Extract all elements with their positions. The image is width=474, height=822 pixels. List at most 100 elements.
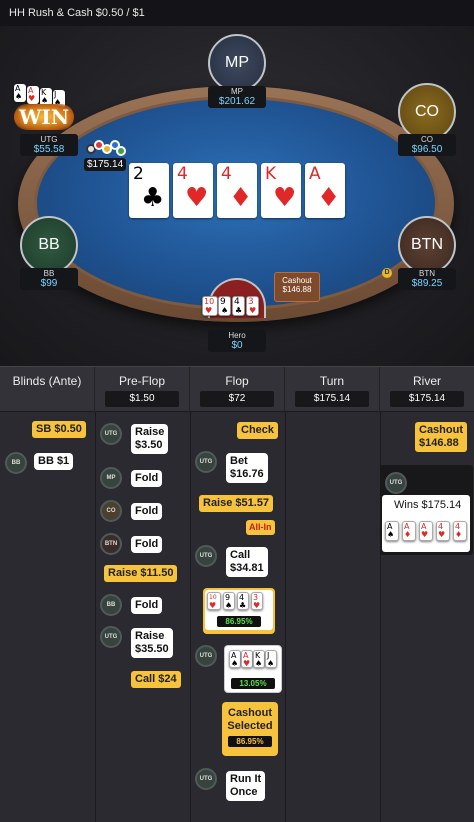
flop-hero-check: Check bbox=[237, 422, 279, 439]
hero-info: Hero $0 bbox=[208, 330, 266, 352]
seat-bb-name: BB bbox=[43, 269, 55, 278]
poker-table-area: MP MP $201.62 CO CO $96.50 A ♠ A ♥ K ♠ J ♠ WIN… bbox=[0, 26, 474, 366]
preflop-utg-raise: Raise $3.50 bbox=[131, 424, 169, 454]
street-header: Blinds (Ante) Pre-Flop $1.50 Flop $72 Turn… bbox=[0, 366, 474, 413]
preflop-co-fold: Fold bbox=[131, 503, 163, 520]
equity-card: 9 ♠ bbox=[223, 592, 235, 610]
preflop-hero-call: Call $24 bbox=[131, 671, 181, 688]
seat-co-label: CO bbox=[415, 103, 439, 120]
cashout-badge-amount: $146.88 bbox=[282, 285, 312, 294]
pot-amount: $175.14 bbox=[84, 158, 127, 171]
seat-mp-info: MP $201.62 bbox=[208, 86, 266, 108]
street-pot: $72 bbox=[200, 391, 274, 407]
win-badge: WIN bbox=[14, 104, 74, 130]
player-avatar: UTG bbox=[195, 451, 217, 473]
player-avatar: UTG bbox=[195, 768, 217, 790]
utg-hand: A ♠ A ♥ K ♠ J ♠ WIN bbox=[12, 84, 82, 134]
flop-utg-bet: Bet $16.76 bbox=[226, 453, 268, 483]
seat-mp-name: MP bbox=[231, 87, 243, 96]
hero-card: 10 ♥ bbox=[202, 296, 218, 316]
pot-chips bbox=[86, 140, 126, 158]
seat-btn-name: BTN bbox=[419, 269, 435, 278]
player-avatar: UTG bbox=[100, 423, 122, 445]
seat-bb-label: BB bbox=[38, 236, 60, 253]
equity-card: 3 ♥ bbox=[251, 592, 263, 610]
street-flop[interactable]: Flop $72 bbox=[190, 367, 285, 413]
street-turn[interactable]: Turn $175.14 bbox=[285, 367, 380, 413]
flop-hero-raise: Raise $51.57 bbox=[199, 495, 274, 512]
cashout-equity-value: 86.95% bbox=[228, 736, 272, 747]
seat-bb[interactable]: BB bbox=[20, 216, 78, 274]
board-card: K ♥ bbox=[261, 163, 301, 218]
cashout-selected-label: Cashout Selected bbox=[227, 707, 273, 732]
preflop-btn-fold: Fold bbox=[131, 536, 163, 553]
player-avatar: BTN bbox=[100, 533, 122, 555]
street-blinds[interactable]: Blinds (Ante) bbox=[0, 367, 95, 413]
hand-history-header: HH Rush & Cash $0.50 / $1 bbox=[0, 0, 474, 26]
flop-utg-run-it-once: Run It Once bbox=[226, 771, 266, 801]
player-avatar: UTG bbox=[195, 545, 217, 567]
seat-utg-name: UTG bbox=[40, 135, 58, 144]
seat-bb-info: BB $99 bbox=[20, 268, 78, 290]
sb-action: SB $0.50 bbox=[32, 421, 86, 438]
street-river[interactable]: River $175.14 bbox=[380, 367, 474, 413]
win-card: A ♦ bbox=[402, 521, 416, 541]
board-card: 4 ♥ bbox=[173, 163, 213, 218]
street-pot: $175.14 bbox=[390, 391, 464, 407]
hero-card: 3 ♥ bbox=[246, 296, 259, 316]
dealer-button-icon: D bbox=[382, 268, 392, 278]
board-card: A ♦ bbox=[305, 163, 345, 218]
seat-btn-stack: $89.25 bbox=[411, 278, 443, 289]
player-avatar: BB bbox=[5, 452, 27, 474]
hero-equity-box: 10 ♥ 9 ♠ 4 ♣ 3 ♥ 86.95% bbox=[203, 588, 275, 634]
equity-card: A ♥ bbox=[241, 650, 253, 668]
river-wins-text: Wins $175.14 bbox=[394, 499, 462, 511]
flop-utg-call: Call $34.81 bbox=[226, 547, 268, 577]
win-card: 4 ♥ bbox=[436, 521, 450, 541]
equity-card: 10 ♥ bbox=[207, 592, 221, 610]
seat-utg-stack: $55.58 bbox=[33, 144, 65, 155]
bb-action: BB $1 bbox=[34, 453, 74, 470]
utg-card: A ♠ bbox=[14, 84, 26, 102]
seat-co-stack: $96.50 bbox=[411, 144, 443, 155]
hero-card: 4 ♣ bbox=[232, 296, 245, 316]
hero-name: Hero bbox=[228, 331, 246, 340]
street-title: Blinds (Ante) bbox=[12, 374, 82, 388]
hero-hand: 10 ♥ 9 ♠ 4 ♣ 3 ♥ bbox=[200, 296, 274, 332]
cashout-badge: Cashout $146.88 bbox=[274, 272, 320, 302]
player-avatar: UTG bbox=[195, 645, 217, 667]
player-avatar: UTG bbox=[100, 626, 122, 648]
utg-card: A ♥ bbox=[27, 86, 39, 104]
street-pot: $1.50 bbox=[105, 391, 179, 407]
hero-equity-value: 86.95% bbox=[217, 616, 261, 627]
river-win-box: Wins $175.14 A ♠ A ♦ A ♥ 4 ♥ 4 ♦ bbox=[382, 495, 470, 552]
street-preflop[interactable]: Pre-Flop $1.50 bbox=[95, 367, 190, 413]
street-title: Pre-Flop bbox=[118, 374, 165, 388]
seat-co-info: CO $96.50 bbox=[398, 134, 456, 156]
hero-card: 9 ♠ bbox=[218, 296, 231, 316]
player-avatar: MP bbox=[100, 467, 122, 489]
player-avatar: BB bbox=[100, 594, 122, 616]
utg-equity-box: A ♠ A ♥ K ♠ J ♠ 13.05% bbox=[224, 645, 282, 693]
cashout-badge-label: Cashout bbox=[282, 276, 312, 285]
column-divider bbox=[95, 412, 96, 822]
board-card: 2 ♣ bbox=[129, 163, 169, 218]
column-divider bbox=[285, 412, 286, 822]
street-title: Turn bbox=[319, 374, 345, 388]
equity-card: 4 ♣ bbox=[237, 592, 249, 610]
seat-mp[interactable]: MP bbox=[208, 34, 266, 92]
equity-card: J ♠ bbox=[265, 650, 277, 668]
preflop-hero-raise: Raise $11.50 bbox=[104, 565, 178, 582]
utg-equity-value: 13.05% bbox=[231, 678, 275, 689]
hero-stack: $0 bbox=[231, 340, 243, 351]
river-hero-cashout: Cashout $146.88 bbox=[415, 422, 467, 452]
seat-utg-info: UTG $55.58 bbox=[20, 134, 78, 156]
seat-co[interactable]: CO bbox=[398, 83, 456, 141]
player-avatar: CO bbox=[100, 500, 122, 522]
equity-card: K ♠ bbox=[253, 650, 265, 668]
preflop-mp-fold: Fold bbox=[131, 470, 163, 487]
win-card: 4 ♦ bbox=[453, 521, 467, 541]
seat-btn[interactable]: BTN bbox=[398, 216, 456, 274]
seat-mp-stack: $201.62 bbox=[218, 96, 256, 107]
player-avatar: UTG bbox=[385, 472, 407, 494]
